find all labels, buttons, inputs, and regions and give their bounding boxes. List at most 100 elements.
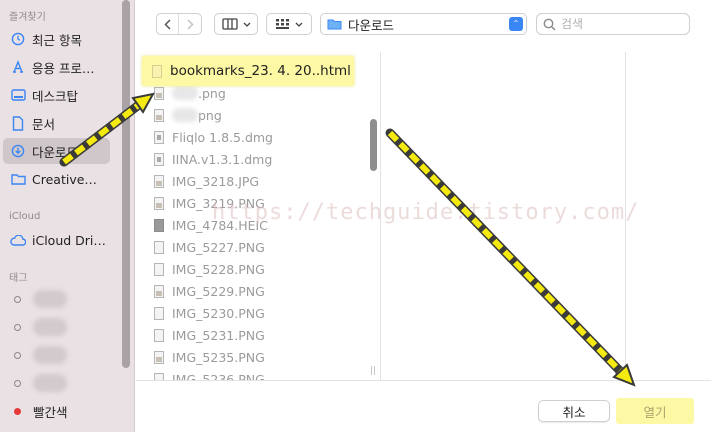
heic-file-icon: [154, 218, 164, 232]
icloud-header: iCloud: [9, 211, 41, 222]
file-item[interactable]: png: [154, 104, 222, 126]
image-file-icon: [154, 372, 164, 380]
sidebar-item-label: 다운로드: [32, 144, 79, 160]
chevron-left-icon: [164, 18, 171, 30]
image-file-icon: [154, 328, 164, 342]
sidebar-tag-item[interactable]: [3, 370, 110, 396]
sidebar-item-label: 최근 항목: [32, 32, 82, 48]
chevron-right-icon: [186, 18, 194, 30]
dialog-footer: 취소 열기: [136, 380, 711, 432]
redacted-filename: [172, 86, 198, 100]
folder-icon: [10, 171, 26, 187]
file-item[interactable]: IMG_5231.PNG: [154, 324, 265, 346]
redacted-tag-name: [33, 374, 67, 392]
image-file-icon: [154, 350, 164, 364]
sidebar-item-icloud-drive[interactable]: iCloud Dri…: [3, 227, 110, 253]
sidebar-tag-item[interactable]: [3, 286, 110, 312]
cloud-icon: [10, 232, 26, 248]
file-column-scrollbar[interactable]: [370, 119, 377, 171]
file-name: IMG_5227.PNG: [172, 239, 265, 255]
tag-red-dot-icon: [14, 407, 21, 415]
sidebar-item-creative[interactable]: Creative…: [3, 166, 110, 192]
redacted-tag-name: [33, 290, 67, 308]
toolbar: 다운로드 ⌃: [136, 0, 711, 52]
image-file-icon: [154, 108, 164, 122]
sidebar-item-recents[interactable]: 최근 항목: [3, 26, 110, 52]
file-item[interactable]: IMG_5235.PNG: [154, 346, 265, 368]
open-button[interactable]: 열기: [616, 398, 694, 424]
search-icon: [543, 18, 556, 31]
file-item[interactable]: IMG_5228.PNG: [154, 258, 265, 280]
image-file-icon: [154, 284, 164, 298]
group-button[interactable]: [266, 13, 312, 35]
columns-view-icon: [221, 18, 238, 30]
search-input[interactable]: [561, 17, 681, 31]
file-name: IMG_5230.PNG: [172, 305, 265, 321]
sidebar-item-label: 문서: [32, 116, 56, 132]
sidebar-item-documents[interactable]: 문서: [3, 110, 110, 136]
watermark-text: https://techguide.tistory.com/: [212, 200, 640, 225]
sidebar-item-label: 응용 프로…: [32, 60, 95, 76]
sidebar-item-label: Creative…: [32, 171, 97, 187]
cancel-button[interactable]: 취소: [538, 400, 610, 422]
current-folder-label: 다운로드: [348, 17, 395, 33]
file-name: IINA.v1.3.1.dmg: [172, 151, 273, 167]
file-name: Fliqlo 1.8.5.dmg: [172, 129, 273, 145]
column-resize-handle[interactable]: ||: [370, 366, 376, 376]
sidebar-tag-item[interactable]: [3, 314, 110, 340]
file-name: IMG_5236.PNG: [172, 371, 265, 381]
sidebar-item-label: iCloud Dri…: [32, 232, 106, 248]
file-name: IMG_5228.PNG: [172, 261, 265, 277]
updown-chevron-icon: ⌃: [509, 17, 523, 31]
file-item[interactable]: IINA.v1.3.1.dmg: [154, 148, 272, 170]
tags-header: 태그: [9, 273, 28, 284]
redacted-tag-name: [33, 318, 67, 336]
file-item[interactable]: IMG_3218.JPG: [154, 170, 259, 192]
grid-group-icon: [276, 19, 289, 29]
file-item[interactable]: IMG_5227.PNG: [154, 236, 265, 258]
folder-icon: [327, 19, 342, 30]
selected-file-item[interactable]: bookmarks_23. 4. 20..html: [142, 56, 354, 86]
sidebar: 즐겨찾기 최근 항목 응용 프로… 데스크탑 문서 다운로드 Creative…: [0, 0, 135, 432]
applications-icon: [10, 59, 26, 75]
search-field[interactable]: [536, 13, 690, 35]
view-mode-button[interactable]: [214, 13, 258, 35]
column-resize-handle[interactable]: ||: [614, 366, 620, 376]
file-item[interactable]: IMG_5230.PNG: [154, 302, 265, 324]
sidebar-tag-item[interactable]: [3, 342, 110, 368]
image-file-icon: [154, 262, 164, 276]
sidebar-item-label: 빨간색: [33, 404, 68, 420]
file-name: IMG_5231.PNG: [172, 327, 265, 343]
redacted-tag-name: [33, 346, 67, 364]
desktop-icon: [10, 87, 26, 103]
disk-image-icon: [154, 152, 164, 166]
file-name: IMG_3218.JPG: [172, 173, 260, 189]
file-item[interactable]: Fliqlo 1.8.5.dmg: [154, 126, 273, 148]
tag-dot-icon: [14, 379, 21, 387]
forward-button[interactable]: [179, 18, 201, 30]
file-name: png: [198, 107, 222, 123]
image-file-icon: [154, 240, 164, 254]
download-icon: [10, 143, 26, 159]
file-name: .png: [198, 85, 226, 101]
image-file-icon: [154, 174, 164, 188]
tag-dot-icon: [14, 323, 21, 331]
sidebar-tag-red[interactable]: 빨간색: [3, 398, 110, 424]
file-name: IMG_5235.PNG: [172, 349, 265, 365]
back-button[interactable]: [157, 14, 180, 34]
disk-image-icon: [154, 130, 164, 144]
sidebar-item-applications[interactable]: 응용 프로…: [3, 54, 110, 80]
nav-buttons: [156, 13, 202, 35]
file-item[interactable]: IMG_5236.PNG: [154, 368, 265, 380]
sidebar-item-downloads[interactable]: 다운로드: [3, 138, 110, 164]
location-popup[interactable]: 다운로드 ⌃: [320, 13, 527, 35]
html-file-icon: [152, 64, 162, 78]
clock-icon: [10, 31, 26, 47]
document-icon: [10, 115, 26, 131]
favorites-header: 즐겨찾기: [9, 12, 46, 23]
image-file-icon: [154, 306, 164, 320]
sidebar-scrollbar[interactable]: [122, 0, 130, 368]
chevron-down-icon: [295, 22, 303, 27]
file-item[interactable]: IMG_5229.PNG: [154, 280, 265, 302]
sidebar-item-desktop[interactable]: 데스크탑: [3, 82, 110, 108]
